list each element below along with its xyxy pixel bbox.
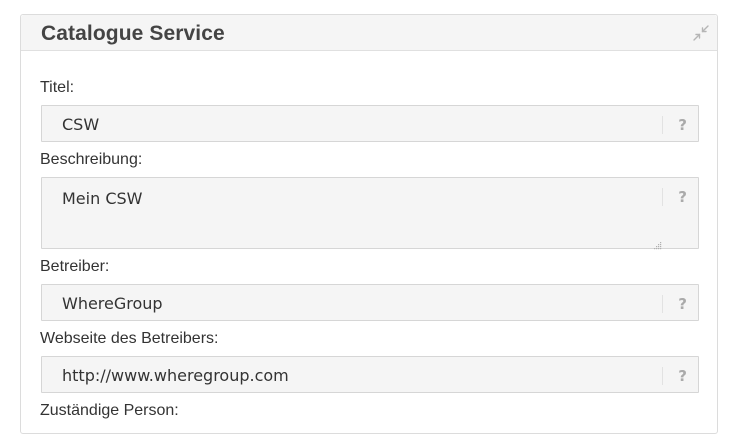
help-separator xyxy=(662,116,663,134)
description-textarea-value: Mein CSW xyxy=(62,189,143,208)
operator-input-value: WhereGroup xyxy=(62,294,163,313)
operator-website-input[interactable]: http://www.wheregroup.com ? xyxy=(41,356,699,393)
title-input-value: CSW xyxy=(62,115,100,134)
help-icon[interactable]: ? xyxy=(678,188,687,206)
panel-title: Catalogue Service xyxy=(41,22,225,45)
title-input[interactable]: CSW ? xyxy=(41,105,699,142)
help-icon[interactable]: ? xyxy=(678,116,687,134)
title-label: Titel: xyxy=(40,79,75,96)
description-label: Beschreibung: xyxy=(40,151,143,168)
help-separator xyxy=(662,295,663,313)
responsible-person-label: Zuständige Person: xyxy=(40,402,179,419)
collapse-arrows-icon[interactable] xyxy=(692,24,710,42)
help-separator xyxy=(662,367,663,385)
operator-website-label: Webseite des Betreibers: xyxy=(40,330,219,347)
operator-website-input-value: http://www.wheregroup.com xyxy=(62,366,289,385)
description-textarea[interactable]: Mein CSW ? xyxy=(41,177,699,250)
resize-grip-icon[interactable] xyxy=(653,237,662,250)
operator-label: Betreiber: xyxy=(40,258,110,275)
help-separator xyxy=(662,188,663,206)
help-icon[interactable]: ? xyxy=(678,367,687,385)
help-icon[interactable]: ? xyxy=(678,295,687,313)
operator-input[interactable]: WhereGroup ? xyxy=(41,284,699,321)
panel-header: Catalogue Service xyxy=(21,15,717,51)
